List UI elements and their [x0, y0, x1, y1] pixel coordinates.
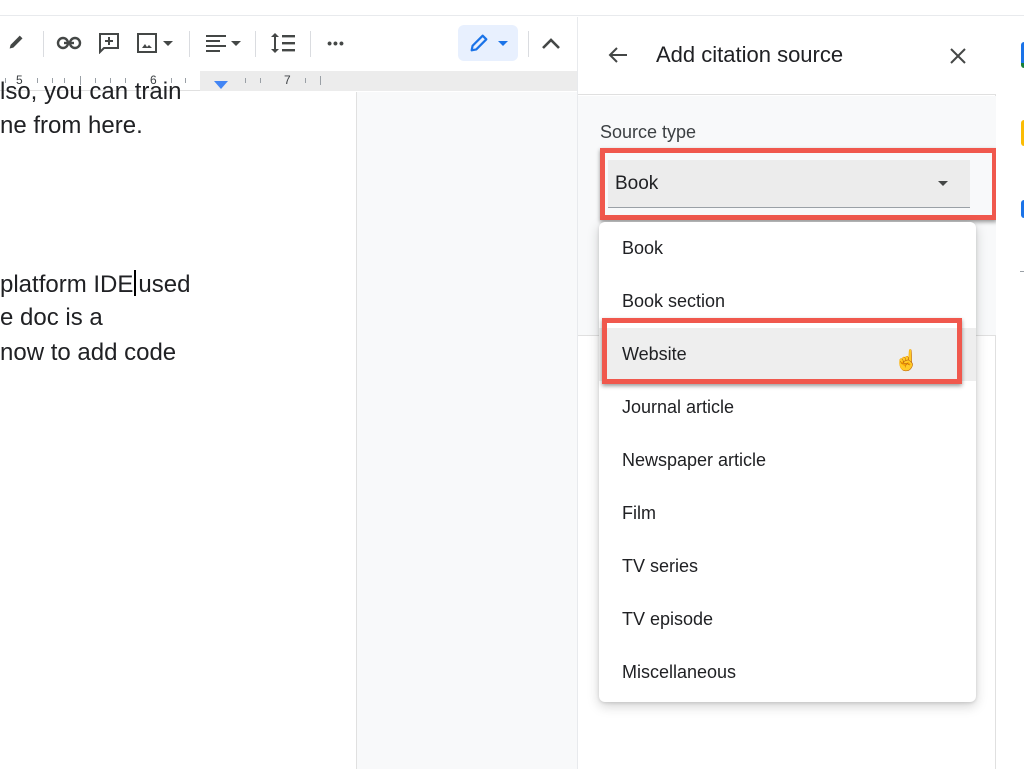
editing-mode-icon: [470, 34, 488, 52]
insert-image-icon[interactable]: [132, 27, 178, 59]
add-comment-icon[interactable]: [94, 27, 124, 59]
document-page[interactable]: lso, you can train ne from here. platfor…: [0, 78, 357, 769]
menu-item-tv-series[interactable]: TV series: [599, 540, 976, 593]
doc-text-line: ne from here.: [0, 112, 143, 139]
collapse-menus-icon[interactable]: [536, 27, 566, 59]
ruler-margin: [200, 71, 577, 91]
rail-divider: [1020, 271, 1024, 272]
panel-title: Add citation source: [656, 42, 844, 67]
doc-text-line: now to add code: [0, 339, 177, 366]
toolbar-divider: [310, 31, 311, 57]
editing-mode-button[interactable]: [458, 25, 518, 61]
source-type-menu: Book Book section Website ☝ Journal arti…: [599, 222, 976, 702]
source-type-value: Book: [615, 172, 659, 194]
ruler-tick: [305, 78, 306, 83]
doc-text-line: e doc is a: [0, 304, 103, 331]
citations-side-panel: Add citation source Source type Book Boo…: [577, 17, 997, 769]
formatting-toolbar: •••: [0, 17, 577, 71]
ruler-tick: [185, 78, 186, 83]
ruler-tick: [320, 76, 321, 85]
text-cursor: [134, 270, 137, 296]
menu-item-website[interactable]: Website ☝: [599, 328, 976, 381]
menu-item-tv-episode[interactable]: TV episode: [599, 593, 976, 646]
doc-text-line: platform IDE used: [0, 270, 190, 299]
more-options-icon[interactable]: •••: [320, 27, 352, 59]
highlight-pen-icon[interactable]: [2, 27, 32, 59]
side-apps-rail: [996, 17, 1024, 769]
toolbar-divider: [528, 31, 529, 57]
chevron-down-icon: [498, 40, 508, 46]
toolbar-divider: [43, 31, 44, 57]
ruler-tick: [245, 78, 246, 83]
indent-marker-icon[interactable]: [214, 81, 228, 89]
doc-text-line: lso, you can train: [0, 78, 182, 105]
menu-item-label: Website: [622, 344, 687, 364]
toolbar-divider: [189, 31, 190, 57]
doc-text-segment: used: [138, 271, 191, 298]
source-type-label: Source type: [600, 122, 697, 142]
menu-item-book[interactable]: Book: [599, 222, 976, 275]
chevron-down-icon: [163, 40, 173, 46]
line-spacing-icon[interactable]: [266, 27, 300, 59]
back-arrow-icon[interactable]: [604, 41, 632, 69]
document-canvas: lso, you can train ne from here. platfor…: [0, 78, 577, 769]
menu-item-film[interactable]: Film: [599, 487, 976, 540]
chevron-down-icon: [231, 40, 241, 46]
pointer-hand-icon: ☝: [894, 350, 919, 372]
panel-header: Add citation source: [578, 17, 996, 95]
ruler-tick: [260, 78, 261, 83]
chevron-down-icon: [938, 181, 948, 186]
menu-item-journal-article[interactable]: Journal article: [599, 381, 976, 434]
window-top-strip: [0, 0, 1024, 16]
menu-item-book-section[interactable]: Book section: [599, 275, 976, 328]
insert-link-icon[interactable]: [54, 27, 84, 59]
menu-item-newspaper-article[interactable]: Newspaper article: [599, 434, 976, 487]
menu-item-miscellaneous[interactable]: Miscellaneous: [599, 646, 976, 699]
toolbar-divider: [255, 31, 256, 57]
align-icon[interactable]: [200, 27, 246, 59]
close-icon[interactable]: [944, 42, 972, 70]
ruler-label: 7: [284, 73, 291, 87]
source-type-dropdown[interactable]: Book: [608, 160, 970, 208]
doc-text-segment: platform IDE: [0, 271, 134, 298]
